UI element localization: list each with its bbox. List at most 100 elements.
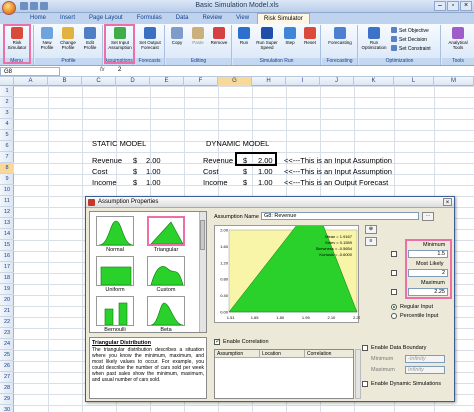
minimize-button[interactable]: – [434, 1, 446, 11]
static-income-value[interactable]: 1.00 [146, 178, 161, 187]
column-header[interactable]: M [434, 77, 474, 86]
set-output-forecast-button[interactable]: Set Output Forecast [138, 27, 162, 50]
maximize-button[interactable]: ▫ [447, 1, 459, 11]
column-header[interactable]: C [82, 77, 116, 86]
selected-cell-g8[interactable] [235, 152, 277, 166]
distribution-custom[interactable]: Custom [145, 256, 187, 293]
column-header[interactable]: J [320, 77, 354, 86]
reset-button[interactable]: Reset [300, 27, 320, 45]
row-header[interactable]: 30 [0, 405, 14, 412]
paste-button[interactable]: Paste [188, 27, 208, 45]
column-header[interactable]: H [252, 77, 286, 86]
gallery-scrollbar[interactable] [199, 212, 206, 332]
row-header[interactable]: 2 [0, 97, 14, 108]
distribution-beta[interactable]: Beta [145, 296, 187, 332]
tab-view[interactable]: View [230, 13, 255, 24]
static-cost-value[interactable]: 1.00 [146, 167, 161, 176]
boundary-minimum-input[interactable]: -Infinity [405, 355, 445, 363]
row-header[interactable]: 18 [0, 273, 14, 284]
run-optimization-button[interactable]: Run Optimization [361, 27, 387, 50]
column-location[interactable]: Location [260, 350, 305, 357]
most-likely-link-checkbox[interactable] [391, 270, 397, 276]
set-objective-button[interactable]: Set Objective [391, 27, 429, 35]
distribution-uniform[interactable]: Uniform [94, 256, 136, 293]
tab-home[interactable]: Home [24, 13, 52, 24]
column-header[interactable]: F [184, 77, 218, 86]
column-header[interactable]: A [14, 77, 48, 86]
tab-formulas[interactable]: Formulas [131, 13, 168, 24]
chart-options-button[interactable]: ≡ [365, 237, 377, 246]
row-header-active[interactable]: 8 [0, 163, 14, 174]
row-header[interactable]: 17 [0, 262, 14, 273]
row-header[interactable]: 24 [0, 339, 14, 350]
column-header[interactable]: L [394, 77, 434, 86]
tab-risk-simulator[interactable]: Risk Simulator [257, 13, 310, 24]
row-header[interactable]: 10 [0, 185, 14, 196]
row-header[interactable]: 15 [0, 240, 14, 251]
set-constraint-button[interactable]: Set Constraint [391, 45, 431, 53]
tab-page-layout[interactable]: Page Layout [83, 13, 129, 24]
row-header[interactable]: 23 [0, 328, 14, 339]
row-header[interactable]: 14 [0, 229, 14, 240]
column-header[interactable]: I [286, 77, 320, 86]
row-header[interactable]: 5 [0, 130, 14, 141]
run-super-speed-button[interactable]: Run Super Speed [255, 27, 279, 50]
row-header[interactable]: 12 [0, 207, 14, 218]
dialog-close-button[interactable]: × [443, 198, 452, 206]
chart-zoom-button[interactable]: ⊕ [365, 225, 377, 234]
remove-button[interactable]: Remove [209, 27, 229, 45]
row-header[interactable]: 7 [0, 152, 14, 163]
copy-button[interactable]: Copy [167, 27, 187, 45]
gallery-scroll-thumb[interactable] [200, 220, 205, 250]
regular-input-radio[interactable] [391, 304, 397, 310]
distribution-triangular[interactable]: Triangular [145, 216, 187, 253]
analytical-tools-button[interactable]: Analytical Tools [445, 27, 471, 50]
run-button[interactable]: Run [234, 27, 254, 45]
assumption-name-input[interactable]: G8: Revenue [261, 212, 419, 220]
enable-data-boundary-checkbox[interactable] [362, 345, 368, 351]
dynamic-cost-value[interactable]: 1.00 [258, 167, 273, 176]
row-header[interactable]: 1 [0, 86, 14, 97]
dynamic-income-value[interactable]: 1.00 [258, 178, 273, 187]
close-button[interactable]: × [460, 1, 472, 11]
row-header[interactable]: 28 [0, 383, 14, 394]
row-header[interactable]: 16 [0, 251, 14, 262]
boundary-maximum-input[interactable]: Infinity [405, 366, 445, 374]
formula-value[interactable]: 2 [118, 67, 121, 73]
row-header[interactable]: 4 [0, 119, 14, 130]
column-header[interactable]: B [48, 77, 82, 86]
row-header[interactable]: 19 [0, 284, 14, 295]
maximum-link-checkbox[interactable] [391, 289, 397, 295]
change-profile-button[interactable]: Change Profile [58, 27, 78, 50]
new-profile-button[interactable]: New Profile [37, 27, 57, 50]
column-header[interactable]: D [116, 77, 150, 86]
correlation-scrollbar[interactable] [355, 349, 361, 399]
column-header-active[interactable]: G [218, 77, 252, 86]
distribution-normal[interactable]: Normal [94, 216, 136, 253]
enable-correlation-checkbox[interactable] [214, 337, 221, 345]
column-header[interactable]: K [354, 77, 394, 86]
select-all[interactable] [0, 77, 14, 86]
forecasting-button[interactable]: Forecasting [327, 27, 353, 45]
row-header[interactable]: 6 [0, 141, 14, 152]
row-header[interactable]: 20 [0, 295, 14, 306]
tab-insert[interactable]: Insert [54, 13, 81, 24]
row-header[interactable]: 3 [0, 108, 14, 119]
row-header[interactable]: 21 [0, 306, 14, 317]
tab-data[interactable]: Data [170, 13, 195, 24]
enable-dynamic-simulations-checkbox[interactable] [362, 381, 368, 387]
row-header[interactable]: 27 [0, 372, 14, 383]
column-header[interactable]: E [150, 77, 184, 86]
tab-review[interactable]: Review [196, 13, 228, 24]
distribution-bernoulli[interactable]: Bernoulli [94, 296, 136, 332]
column-assumption[interactable]: Assumption [215, 350, 260, 357]
row-header[interactable]: 13 [0, 218, 14, 229]
set-decision-button[interactable]: Set Decision [391, 36, 427, 44]
column-correlation[interactable]: Correlation [305, 350, 349, 357]
edit-profile-button[interactable]: Edit Profile [80, 27, 100, 50]
name-box[interactable]: G8 [0, 67, 60, 76]
step-button[interactable]: Step [280, 27, 300, 45]
assumption-name-options-button[interactable]: ⋯ [422, 212, 434, 221]
office-button[interactable] [2, 1, 16, 15]
row-header[interactable]: 29 [0, 394, 14, 405]
